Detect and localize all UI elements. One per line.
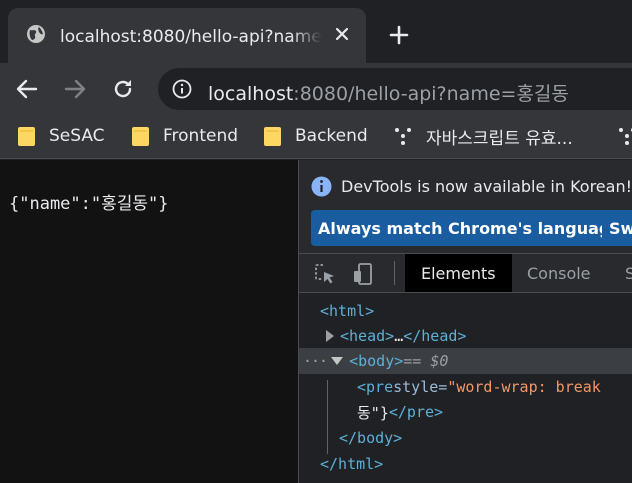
- inspect-element-icon[interactable]: [313, 262, 337, 286]
- tag-html-close: </html>: [320, 455, 384, 473]
- collapse-triangle-icon[interactable]: [331, 357, 344, 365]
- bookmark-backend[interactable]: Backend: [264, 123, 368, 149]
- arrow-left-icon: [16, 79, 38, 99]
- new-tab-button[interactable]: [384, 20, 414, 50]
- tree-node-head[interactable]: <head>… </head>: [299, 323, 632, 349]
- tag-head-open: <head>: [340, 327, 395, 345]
- tag-head-close: </head>: [403, 327, 467, 345]
- reload-button[interactable]: [108, 74, 138, 104]
- expand-triangle-icon[interactable]: [326, 330, 334, 342]
- address-bar[interactable]: localhost:8080/hello-api?name=홍길동: [158, 68, 632, 110]
- bookmark-sesac[interactable]: SeSAC: [18, 123, 105, 149]
- back-button[interactable]: [12, 74, 42, 104]
- pre-text-content: 동"}: [357, 403, 389, 422]
- head-ellipsis: …: [394, 327, 404, 345]
- tag-html-open: <html>: [320, 302, 375, 320]
- tab-console[interactable]: Console: [511, 254, 607, 292]
- browser-tab[interactable]: localhost:8080/hello-api?name=홍길동: [8, 8, 366, 63]
- dots-icon: [619, 128, 632, 145]
- bookmark-label: Frontend: [163, 126, 239, 146]
- selected-node-marker: == $0: [403, 352, 449, 370]
- tree-node-pre[interactable]: <pre style= "word-wrap: break: [299, 374, 632, 400]
- info-icon[interactable]: [172, 79, 192, 99]
- tab-strip: localhost:8080/hello-api?name=홍길동: [0, 0, 632, 63]
- devtools-infobar: DevTools is now available in Korean! Alw…: [299, 160, 632, 253]
- bookmark-label: 자바스크립트 유효...: [426, 128, 573, 149]
- tree-node-html[interactable]: <html>: [299, 298, 632, 324]
- close-icon[interactable]: [330, 22, 354, 46]
- dots-icon: [395, 128, 411, 145]
- url-path: :8080/hello-api?name=홍길동: [293, 83, 569, 105]
- bookmark-label: Backend: [295, 126, 368, 146]
- tag-body-open: <body>: [349, 352, 404, 370]
- always-match-language-button[interactable]: Always match Chrome's language: [311, 210, 629, 246]
- bookmarks-bar: SeSAC Frontend Backend 자바스크립트 유효...: [0, 114, 632, 159]
- bookmark-overflow[interactable]: [618, 123, 632, 149]
- reload-icon: [114, 80, 132, 98]
- folder-icon: [18, 126, 35, 146]
- json-response: {"name":"홍길동"}: [9, 194, 169, 214]
- bookmark-label: SeSAC: [49, 126, 105, 146]
- tag-body-close: </body>: [339, 429, 403, 447]
- url-host: localhost: [208, 83, 294, 105]
- devtools-panel: DevTools is now available in Korean! Alw…: [298, 160, 632, 483]
- tree-node-body-close[interactable]: </body>: [299, 425, 632, 451]
- info-icon: [311, 176, 332, 197]
- browser-toolbar: localhost:8080/hello-api?name=홍길동: [0, 63, 632, 114]
- globe-icon: [26, 24, 46, 44]
- arrow-right-icon: [64, 79, 86, 99]
- tree-node-body[interactable]: ··· <body> == $0: [299, 348, 632, 374]
- elements-tree: <html> <head>… </head> ··· <body> == $0 <…: [299, 294, 632, 483]
- tab-title: localhost:8080/hello-api?name=홍길동: [60, 27, 322, 47]
- device-toolbar-icon[interactable]: [351, 262, 375, 286]
- tab-elements[interactable]: Elements: [405, 254, 512, 292]
- tree-node-html-close[interactable]: </html>: [299, 451, 632, 477]
- bookmark-js-validation[interactable]: 자바스크립트 유효...: [394, 123, 573, 149]
- tag-pre-open: <pre: [357, 378, 394, 396]
- plus-icon: [389, 25, 409, 45]
- toolbar-divider: [394, 261, 395, 285]
- more-options-icon[interactable]: ···: [303, 352, 328, 370]
- devtools-tabbar: Elements Console S: [299, 253, 632, 293]
- bookmark-frontend[interactable]: Frontend: [132, 123, 238, 149]
- forward-button[interactable]: [60, 74, 90, 104]
- url-text[interactable]: localhost:8080/hello-api?name=홍길동: [208, 79, 569, 106]
- tab-sources[interactable]: S: [609, 254, 632, 292]
- switch-language-button[interactable]: Sw: [602, 210, 632, 246]
- page-viewport: {"name":"홍길동"}: [0, 160, 298, 483]
- devtools-language-message: DevTools is now available in Korean!: [341, 177, 632, 196]
- attr-style-value: "word-wrap: break: [447, 378, 601, 396]
- folder-icon: [264, 126, 281, 146]
- tree-node-pre-text[interactable]: 동"} </pre>: [299, 399, 632, 425]
- folder-icon: [132, 126, 149, 146]
- attr-style-name: style=: [393, 378, 448, 396]
- tag-pre-close: </pre>: [388, 403, 444, 421]
